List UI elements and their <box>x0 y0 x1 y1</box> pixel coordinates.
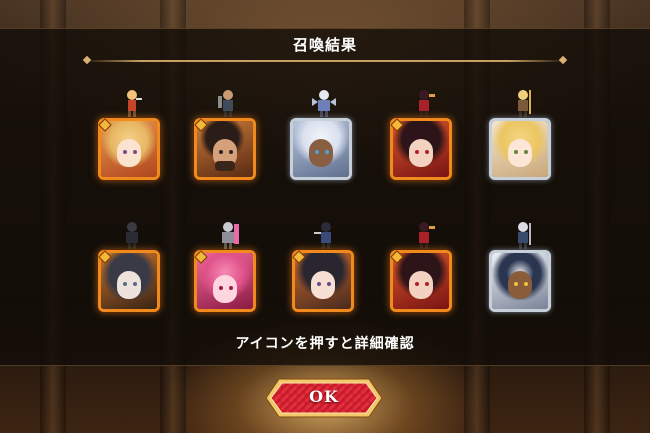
unit-sprite-icon <box>518 90 531 117</box>
unit-card-2[interactable] <box>194 88 262 188</box>
blonde-maid-portrait-icon <box>489 118 551 180</box>
ok-button-label: OK <box>309 387 339 406</box>
unit-sprite-icon <box>419 222 435 249</box>
rarity-badge-icon <box>292 250 306 264</box>
unit-card-6[interactable] <box>98 220 166 320</box>
rarity-badge-icon <box>98 250 112 264</box>
nun-portrait-icon <box>489 250 551 312</box>
unit-sprite-icon <box>314 222 331 249</box>
unit-card-1[interactable] <box>98 88 166 188</box>
hint-text: アイコンを押すと詳細確認 <box>235 336 415 352</box>
unit-sprite-icon <box>126 222 138 249</box>
unit-card-7[interactable] <box>194 220 262 320</box>
ok-button[interactable]: OK <box>265 378 383 418</box>
rarity-badge-icon <box>390 250 404 264</box>
unit-card-8[interactable] <box>292 220 360 320</box>
unit-card-10[interactable] <box>489 220 557 320</box>
unit-card-9[interactable] <box>390 220 458 320</box>
unit-sprite-icon <box>222 222 239 249</box>
unit-sprite-icon <box>419 90 435 117</box>
unit-sprite-icon <box>218 90 233 117</box>
title-divider <box>84 60 566 62</box>
unit-sprite-icon <box>518 222 531 249</box>
unit-sprite-icon <box>312 90 336 117</box>
rarity-badge-icon <box>194 250 208 264</box>
unit-card-3[interactable] <box>290 88 358 188</box>
rarity-badge-icon <box>98 118 112 132</box>
unit-card-4[interactable] <box>390 88 458 188</box>
unit-sprite-icon <box>127 90 142 117</box>
page-title: 召喚結果 <box>292 36 357 54</box>
rarity-badge-icon <box>390 118 404 132</box>
rarity-badge-icon <box>194 118 208 132</box>
unit-card-5[interactable] <box>489 88 557 188</box>
silver-hair-girl-portrait-icon <box>290 118 352 180</box>
